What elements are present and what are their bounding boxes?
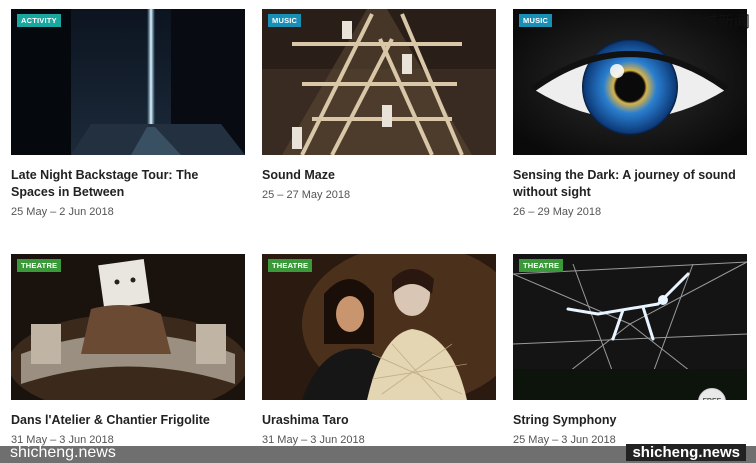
dark-stage-image: [11, 9, 245, 155]
event-image[interactable]: ACTIVITY: [11, 9, 245, 155]
category-tag: THEATRE: [519, 259, 564, 272]
category-tag: THEATRE: [268, 259, 313, 272]
string-figure-image: [513, 254, 747, 400]
event-image[interactable]: MUSIC: [262, 9, 496, 155]
event-title[interactable]: Sensing the Dark: A journey of sound wit…: [513, 167, 747, 201]
category-tag: MUSIC: [519, 14, 553, 27]
box-head-image: [11, 254, 245, 400]
event-image[interactable]: THEATRE: [11, 254, 245, 400]
event-title[interactable]: String Symphony: [513, 412, 747, 429]
event-title[interactable]: Late Night Backstage Tour: The Spaces in…: [11, 167, 245, 201]
category-tag: THEATRE: [17, 259, 62, 272]
event-dates: 26 – 29 May 2018: [513, 206, 602, 218]
watermark-bottom-left: shicheng.news: [10, 444, 116, 461]
scaffold-image: [262, 9, 496, 155]
watermark-bottom-right: shicheng.news: [626, 444, 746, 461]
two-women-image: [262, 254, 496, 400]
category-tag: ACTIVITY: [17, 14, 61, 27]
event-title[interactable]: Urashima Taro: [262, 412, 496, 429]
watermark-top-right: 狮城新闻: [685, 12, 750, 31]
event-title[interactable]: Dans l'Atelier & Chantier Frigolite: [11, 412, 245, 429]
event-dates: 31 May – 3 Jun 2018: [262, 434, 365, 446]
category-tag: MUSIC: [268, 14, 302, 27]
event-image[interactable]: THEATRE FREE: [513, 254, 747, 400]
event-image[interactable]: THEATRE: [262, 254, 496, 400]
event-dates: 25 – 27 May 2018: [262, 189, 351, 201]
event-title[interactable]: Sound Maze: [262, 167, 496, 184]
event-dates: 25 May – 3 Jun 2018: [513, 434, 616, 446]
event-dates: 25 May – 2 Jun 2018: [11, 206, 114, 218]
